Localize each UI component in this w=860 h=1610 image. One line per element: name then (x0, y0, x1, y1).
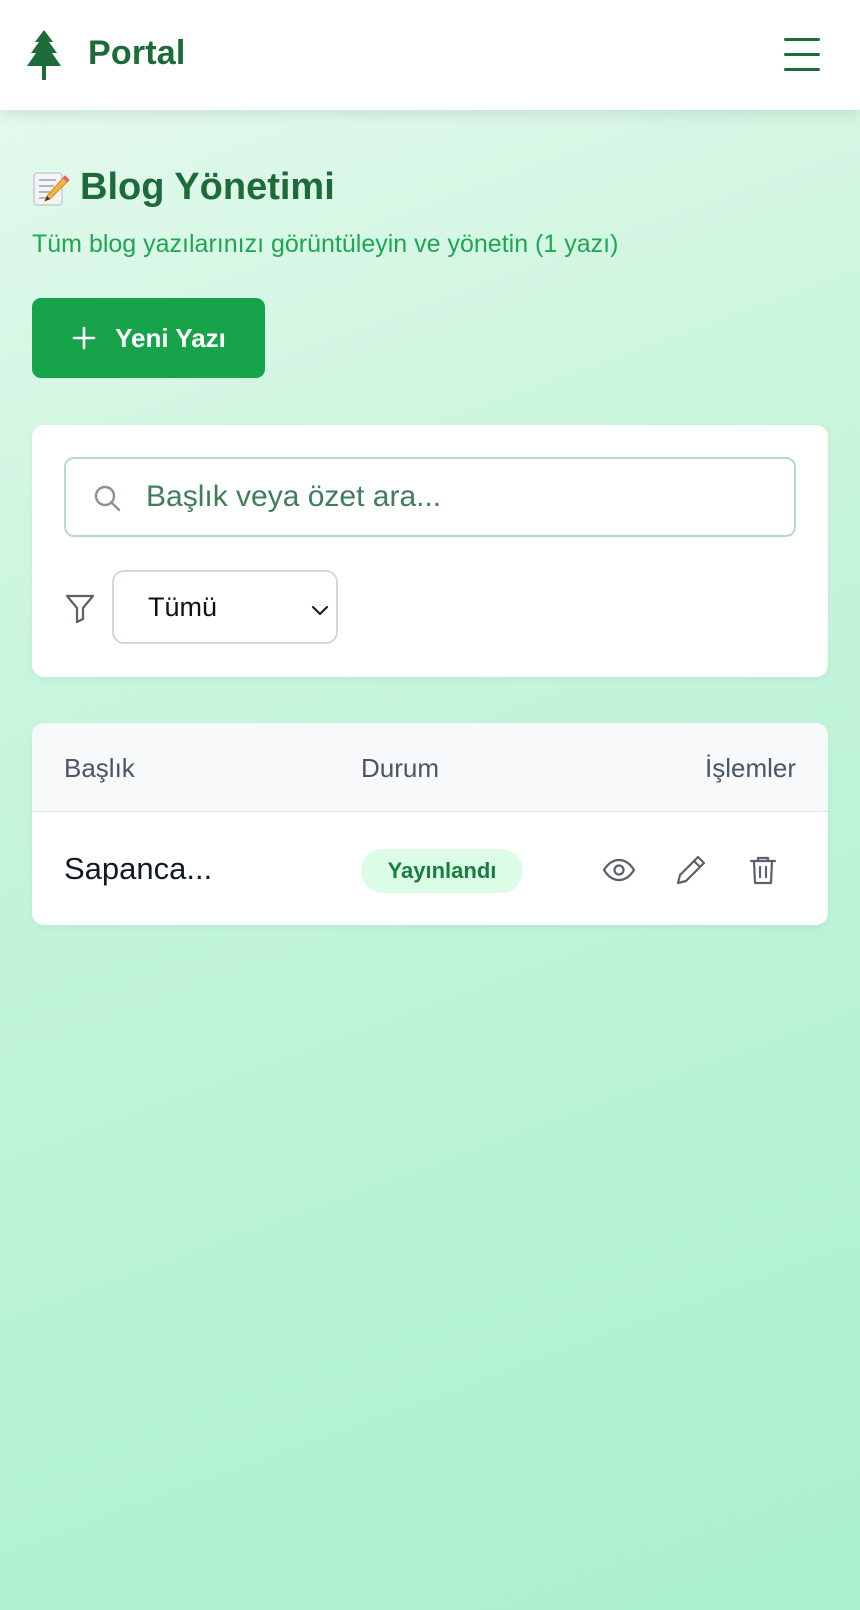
search-icon (94, 485, 121, 512)
row-title[interactable]: Sapanca... (64, 851, 212, 887)
new-post-button[interactable]: Yeni Yazı (32, 298, 265, 378)
tree-icon (27, 30, 61, 80)
status-badge: Yayınlandı (361, 849, 523, 893)
chevron-down-icon (311, 605, 329, 616)
top-navbar: Portal (0, 0, 860, 110)
page-title: Blog Yönetimi (32, 166, 335, 209)
new-post-label: Yeni Yazı (115, 322, 226, 353)
status-filter-select[interactable]: Tümü (112, 570, 338, 644)
page-title-text: Blog Yönetimi (80, 166, 335, 208)
trash-icon[interactable] (746, 853, 780, 887)
eye-icon[interactable] (602, 853, 636, 887)
table-header: Başlık Durum İşlemler (32, 723, 828, 812)
header-status: Durum (361, 753, 440, 783)
status-filter-value: Tümü (148, 592, 218, 622)
table-row: Sapanca... Yayınlandı (32, 813, 828, 925)
hamburger-icon[interactable] (782, 36, 822, 74)
filter-icon (65, 594, 95, 624)
header-actions: İşlemler (704, 753, 796, 783)
header-title: Başlık (64, 753, 135, 783)
brand-name[interactable]: Portal (88, 34, 186, 73)
search-input[interactable] (146, 473, 776, 521)
search-box[interactable] (64, 457, 796, 537)
posts-table: Başlık Durum İşlemler Sapanca... Yayınla… (32, 723, 828, 925)
plus-icon (72, 326, 96, 350)
memo-emoji-icon (33, 171, 70, 206)
filter-card: Tümü (32, 425, 828, 677)
pencil-icon[interactable] (674, 853, 708, 887)
page-subtitle: Tüm blog yazılarınızı görüntüleyin ve yö… (32, 230, 619, 258)
